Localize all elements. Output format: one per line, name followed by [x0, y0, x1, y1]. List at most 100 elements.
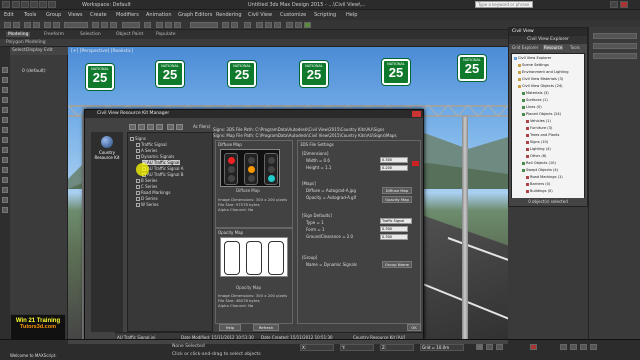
- align-icon[interactable]: [231, 22, 238, 28]
- coord-y-field[interactable]: Y:: [340, 344, 374, 351]
- explorer-item[interactable]: Rail Objects (10): [522, 161, 556, 165]
- new-file-icon[interactable]: [12, 1, 20, 8]
- next-frame-icon[interactable]: [486, 344, 493, 350]
- explorer-item[interactable]: Signs (10): [526, 140, 548, 144]
- new-item-icon[interactable]: [138, 124, 145, 130]
- rotate-icon[interactable]: [101, 22, 108, 28]
- coord-z-field[interactable]: Z:: [380, 344, 414, 351]
- tree-checkbox[interactable]: [136, 143, 140, 147]
- redo-icon[interactable]: [48, 1, 56, 8]
- explorer-title-bar[interactable]: Civil View: [509, 28, 587, 36]
- menu-rendering[interactable]: Rendering: [216, 12, 242, 18]
- tree-checkbox[interactable]: [136, 179, 140, 183]
- viewport-label[interactable]: [+] [Perspective] [Realistic]: [71, 49, 133, 54]
- highway-sign[interactable]: NATIONAL 25: [228, 61, 256, 87]
- space-warps-icon[interactable]: [2, 157, 8, 163]
- explorer-item[interactable]: Barriers (0): [526, 182, 550, 186]
- lights-icon[interactable]: [2, 127, 8, 133]
- opacity-map-button[interactable]: Opacity Map: [382, 196, 412, 203]
- tree-item[interactable]: Signs: [130, 136, 146, 141]
- type-dropdown[interactable]: Traffic Signal: [380, 218, 412, 224]
- scene-layer-row[interactable]: 0 (default): [22, 69, 46, 74]
- ribbon-polygon-modeling[interactable]: Polygon Modeling: [6, 40, 46, 45]
- geometry-icon[interactable]: [2, 107, 8, 113]
- clearance-field[interactable]: 0.300: [380, 234, 408, 240]
- scene-menu-select[interactable]: Select: [12, 48, 26, 53]
- tree-checkbox[interactable]: [130, 137, 134, 141]
- explorer-item[interactable]: Civil View Objects (24): [518, 84, 563, 88]
- maxscript-listener[interactable]: Welcome to MAXScript.: [10, 353, 57, 358]
- menu-views[interactable]: Views: [68, 12, 82, 18]
- undo-icon[interactable]: [39, 1, 47, 8]
- tab-tools[interactable]: Tools: [569, 45, 581, 50]
- help-button[interactable]: Help: [219, 324, 241, 331]
- globe-icon[interactable]: [101, 136, 113, 148]
- tree-checkbox[interactable]: [136, 155, 140, 159]
- edit-icon[interactable]: [147, 124, 154, 130]
- mirror-icon[interactable]: [222, 22, 229, 28]
- snap-icon[interactable]: [156, 22, 163, 28]
- curve-editor-icon[interactable]: [256, 22, 263, 28]
- explorer-item[interactable]: Trees and Plants: [526, 133, 559, 137]
- explorer-item[interactable]: Buildings (0): [526, 189, 553, 193]
- tab-grid-explorer[interactable]: Grid Explorer: [511, 45, 539, 50]
- explorer-item[interactable]: Surfaces (1): [522, 98, 548, 102]
- search-input[interactable]: Type a keyword or phrase: [475, 1, 533, 8]
- explorer-item[interactable]: Scene Settings: [518, 63, 549, 67]
- bone-objects-icon[interactable]: [2, 177, 8, 183]
- xrefs-icon[interactable]: [2, 197, 8, 203]
- explorer-item[interactable]: Vehicles (1): [526, 119, 551, 123]
- scene-menu-edit[interactable]: Edit: [44, 48, 53, 53]
- object-type-rollout[interactable]: [593, 43, 637, 49]
- menu-animation[interactable]: Animation: [146, 12, 172, 18]
- scene-menu-display[interactable]: Display: [26, 48, 43, 53]
- menu-civil-view[interactable]: Civil View: [248, 12, 272, 18]
- menu-modifiers[interactable]: Modifiers: [116, 12, 139, 18]
- diffuse-map-button[interactable]: Diffuse Map: [382, 187, 412, 194]
- select-by-name-icon[interactable]: [53, 22, 60, 28]
- link-icon[interactable]: [24, 22, 31, 28]
- tree-item-selected[interactable]: AU Traffic Signal: [142, 160, 180, 165]
- pivot-icon[interactable]: [144, 22, 151, 28]
- tab-selection[interactable]: Selection: [80, 32, 101, 37]
- tree-checkbox[interactable]: [136, 197, 140, 201]
- tree-checkbox[interactable]: [136, 149, 140, 153]
- select-icon[interactable]: [44, 22, 51, 28]
- minimize-icon[interactable]: [610, 1, 618, 8]
- save-file-icon[interactable]: [30, 1, 38, 8]
- highway-sign[interactable]: NATIONAL 25: [458, 55, 486, 81]
- render-setup-icon[interactable]: [286, 22, 293, 28]
- cameras-icon[interactable]: [2, 137, 8, 143]
- command-panel-tabs[interactable]: [593, 33, 637, 39]
- form-field[interactable]: 0.300: [380, 226, 408, 232]
- orbit-icon[interactable]: [580, 344, 587, 350]
- explorer-item[interactable]: Environment and Lighting: [518, 70, 569, 74]
- layer-manager-icon[interactable]: [244, 22, 251, 28]
- app-menu-icon[interactable]: [2, 1, 10, 8]
- open-file-icon[interactable]: [21, 1, 29, 8]
- move-icon[interactable]: [92, 22, 99, 28]
- tree-item[interactable]: W Series: [136, 202, 159, 207]
- percent-snap-icon[interactable]: [174, 22, 181, 28]
- menu-group[interactable]: Group: [46, 12, 61, 18]
- reference-coordinate-dropdown[interactable]: [122, 22, 140, 28]
- tab-freeform[interactable]: Freeform: [44, 32, 64, 37]
- dialog-title-bar[interactable]: Civil View Resource Kit Manager: [85, 110, 423, 118]
- named-selection-dropdown[interactable]: [190, 22, 218, 28]
- highway-sign[interactable]: NATIONAL 25: [382, 59, 410, 85]
- tree-item[interactable]: Dynamic Signals: [136, 154, 174, 159]
- highway-sign[interactable]: NATIONAL 25: [156, 61, 184, 87]
- menu-scripting[interactable]: Scripting: [314, 12, 336, 18]
- explorer-item[interactable]: Furniture (3): [526, 126, 552, 130]
- menu-edit[interactable]: Edit: [4, 12, 14, 18]
- scale-icon[interactable]: [110, 22, 117, 28]
- tree-checkbox[interactable]: [136, 185, 140, 189]
- refresh-button[interactable]: Refresh: [253, 324, 279, 331]
- explorer-item[interactable]: Lines (0): [522, 105, 542, 109]
- width-field[interactable]: 0.300: [380, 157, 408, 163]
- workspace-selector[interactable]: Workspace: Default: [82, 2, 131, 8]
- last-frame-icon[interactable]: [496, 344, 503, 350]
- new-folder-icon[interactable]: [129, 124, 136, 130]
- render-production-icon[interactable]: [304, 22, 311, 28]
- tab-populate[interactable]: Populate: [156, 32, 176, 37]
